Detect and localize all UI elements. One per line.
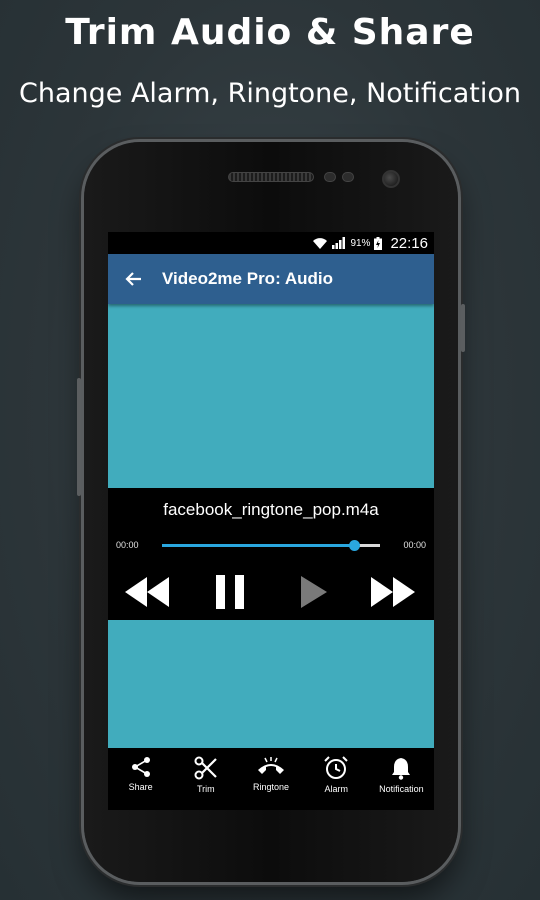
promo-subtitle: Change Alarm, Ringtone, Notification — [19, 78, 521, 109]
arrow-left-icon — [125, 272, 141, 286]
pause-button[interactable] — [212, 574, 248, 610]
fast-forward-icon — [371, 577, 415, 607]
volume-button — [77, 378, 81, 496]
nav-alarm[interactable]: Alarm — [304, 748, 369, 810]
bell-icon — [392, 758, 411, 780]
total-time: 00:00 — [403, 540, 426, 550]
artwork-top — [108, 304, 434, 488]
phone-icon — [258, 757, 284, 774]
nav-notification[interactable]: Notification — [369, 748, 434, 810]
promo-title: Trim Audio & Share — [65, 12, 475, 53]
back-button[interactable] — [108, 254, 158, 304]
clock: 22:16 — [390, 234, 428, 252]
nav-ringtone[interactable]: Ringtone — [238, 748, 303, 810]
app-bar: Video2me Pro: Audio — [108, 254, 434, 304]
proximity-sensor — [324, 172, 336, 182]
earpiece-speaker — [228, 172, 314, 182]
nav-label: Notification — [379, 784, 424, 794]
bottom-nav: Share Trim Ringtone Alarm Notification — [108, 748, 434, 810]
file-name: facebook_ringtone_pop.m4a — [163, 500, 379, 519]
front-camera — [382, 170, 400, 188]
battery-percent: 91% — [350, 237, 371, 249]
battery-icon — [374, 236, 383, 250]
scissors-icon — [194, 756, 217, 780]
nav-label: Share — [128, 782, 153, 792]
seek-progress — [162, 544, 354, 547]
seek-thumb[interactable] — [348, 540, 360, 551]
fast-forward-button[interactable] — [370, 574, 416, 610]
nav-share[interactable]: Share — [108, 748, 173, 810]
phone-frame: 91% 22:16 Video2me Pro: Audio facebook_r… — [77, 142, 465, 882]
wifi-icon — [313, 238, 328, 249]
seek-row: 00:00 00:00 — [116, 538, 426, 552]
signal-icon — [332, 237, 346, 249]
rewind-button[interactable] — [124, 574, 170, 610]
nav-label: Ringtone — [252, 782, 290, 792]
status-bar: 91% 22:16 — [108, 232, 434, 254]
nav-trim[interactable]: Trim — [173, 748, 238, 810]
play-button[interactable] — [296, 574, 330, 610]
elapsed-time: 00:00 — [116, 540, 139, 550]
artwork-bottom — [108, 620, 434, 748]
play-icon — [301, 576, 327, 608]
alarm-clock-icon — [324, 756, 348, 779]
light-sensor — [342, 172, 354, 182]
rewind-icon — [125, 577, 169, 607]
playback-controls — [108, 574, 434, 610]
share-icon — [131, 757, 150, 777]
app-title: Video2me Pro: Audio — [162, 269, 333, 288]
seek-bar[interactable] — [162, 540, 380, 551]
pause-icon — [216, 575, 244, 609]
nav-label: Trim — [196, 784, 215, 794]
audio-player: facebook_ringtone_pop.m4a 00:00 00:00 — [108, 488, 434, 620]
phone-screen: 91% 22:16 Video2me Pro: Audio facebook_r… — [108, 232, 434, 810]
nav-label: Alarm — [324, 784, 348, 794]
power-button — [461, 304, 465, 352]
